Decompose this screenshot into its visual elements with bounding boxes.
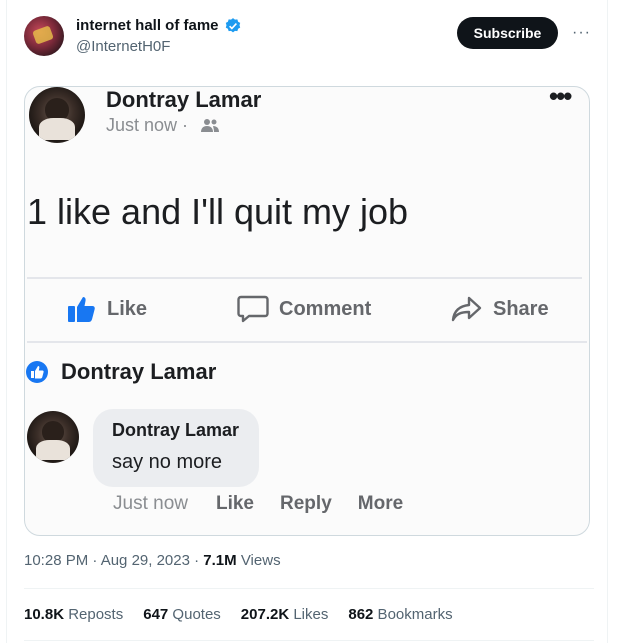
comment-like: Like xyxy=(215,493,255,514)
divider xyxy=(24,588,594,589)
divider xyxy=(27,277,582,279)
bookmarks-link[interactable]: 862 Bookmarks xyxy=(348,606,452,623)
reposts-count: 10.8K xyxy=(24,606,65,623)
reposts-link[interactable]: 10.8K Reposts xyxy=(24,606,123,623)
comment-time: Just now xyxy=(113,493,188,514)
views-count: 7.1M xyxy=(203,552,237,569)
tweet-header: internet hall of fame @InternetH0F Subsc… xyxy=(24,14,594,62)
post-author-avatar xyxy=(29,87,85,143)
bookmarks-count: 862 xyxy=(348,606,374,623)
post-time: Just now · xyxy=(106,115,189,135)
more-horizontal-icon[interactable]: ··· xyxy=(572,24,591,42)
like-action: Like xyxy=(67,289,147,329)
comment-more: More xyxy=(357,493,404,514)
comment-reply: Reply xyxy=(280,493,332,514)
comment-actions: Just now Like Reply More xyxy=(113,493,429,515)
reactor-name: Dontray Lamar xyxy=(61,359,217,384)
share-action: Share xyxy=(451,289,549,329)
comment-action: Comment xyxy=(237,289,371,329)
avatar[interactable] xyxy=(24,16,64,56)
quotes-link[interactable]: 647 Quotes xyxy=(143,606,221,623)
post-screenshot-image[interactable]: Dontray Lamar Just now · ••• 1 like and … xyxy=(24,86,590,536)
tweet-timestamp: 10:28 PM · Aug 29, 2023 · 7.1M Views xyxy=(24,552,281,569)
verified-badge-icon xyxy=(225,18,241,33)
reposts-label: Reposts xyxy=(64,606,124,623)
likes-label: Likes xyxy=(289,606,329,623)
engagement-stats: 10.8K Reposts 647 Quotes 207.2K Likes 86… xyxy=(24,606,473,623)
divider xyxy=(24,640,594,641)
like-label: Like xyxy=(107,297,148,320)
comment-label: Comment xyxy=(279,297,372,320)
divider xyxy=(27,341,587,343)
post-menu-icon: ••• xyxy=(549,86,572,111)
quotes-label: Quotes xyxy=(168,606,221,623)
thumbs-up-icon xyxy=(68,297,95,322)
display-name[interactable]: internet hall of fame xyxy=(76,17,219,34)
share-label: Share xyxy=(493,297,549,320)
comment-text: say no more xyxy=(112,451,223,473)
likes-link[interactable]: 207.2K Likes xyxy=(241,606,329,623)
post-text: 1 like and I'll quit my job xyxy=(27,191,409,232)
likes-count: 207.2K xyxy=(240,606,290,623)
comment-author: Dontray Lamar xyxy=(112,420,240,440)
comment-icon xyxy=(237,295,269,323)
reactor-row: Dontray Lamar xyxy=(25,355,216,389)
time-date-link[interactable]: 10:28 PM · Aug 29, 2023 · xyxy=(24,552,203,569)
share-arrow-icon xyxy=(451,296,482,322)
comment-bubble: Dontray Lamar say no more xyxy=(93,409,259,487)
subscribe-button[interactable]: Subscribe xyxy=(457,17,558,49)
comment-author-avatar xyxy=(27,411,79,463)
views-label: Views xyxy=(236,552,281,569)
quotes-count: 647 xyxy=(143,606,169,623)
friends-icon xyxy=(201,119,219,132)
post-author-name: Dontray Lamar xyxy=(106,87,262,112)
bookmarks-label: Bookmarks xyxy=(373,606,453,623)
handle[interactable]: @InternetH0F xyxy=(76,38,170,55)
like-badge-icon xyxy=(26,361,48,383)
